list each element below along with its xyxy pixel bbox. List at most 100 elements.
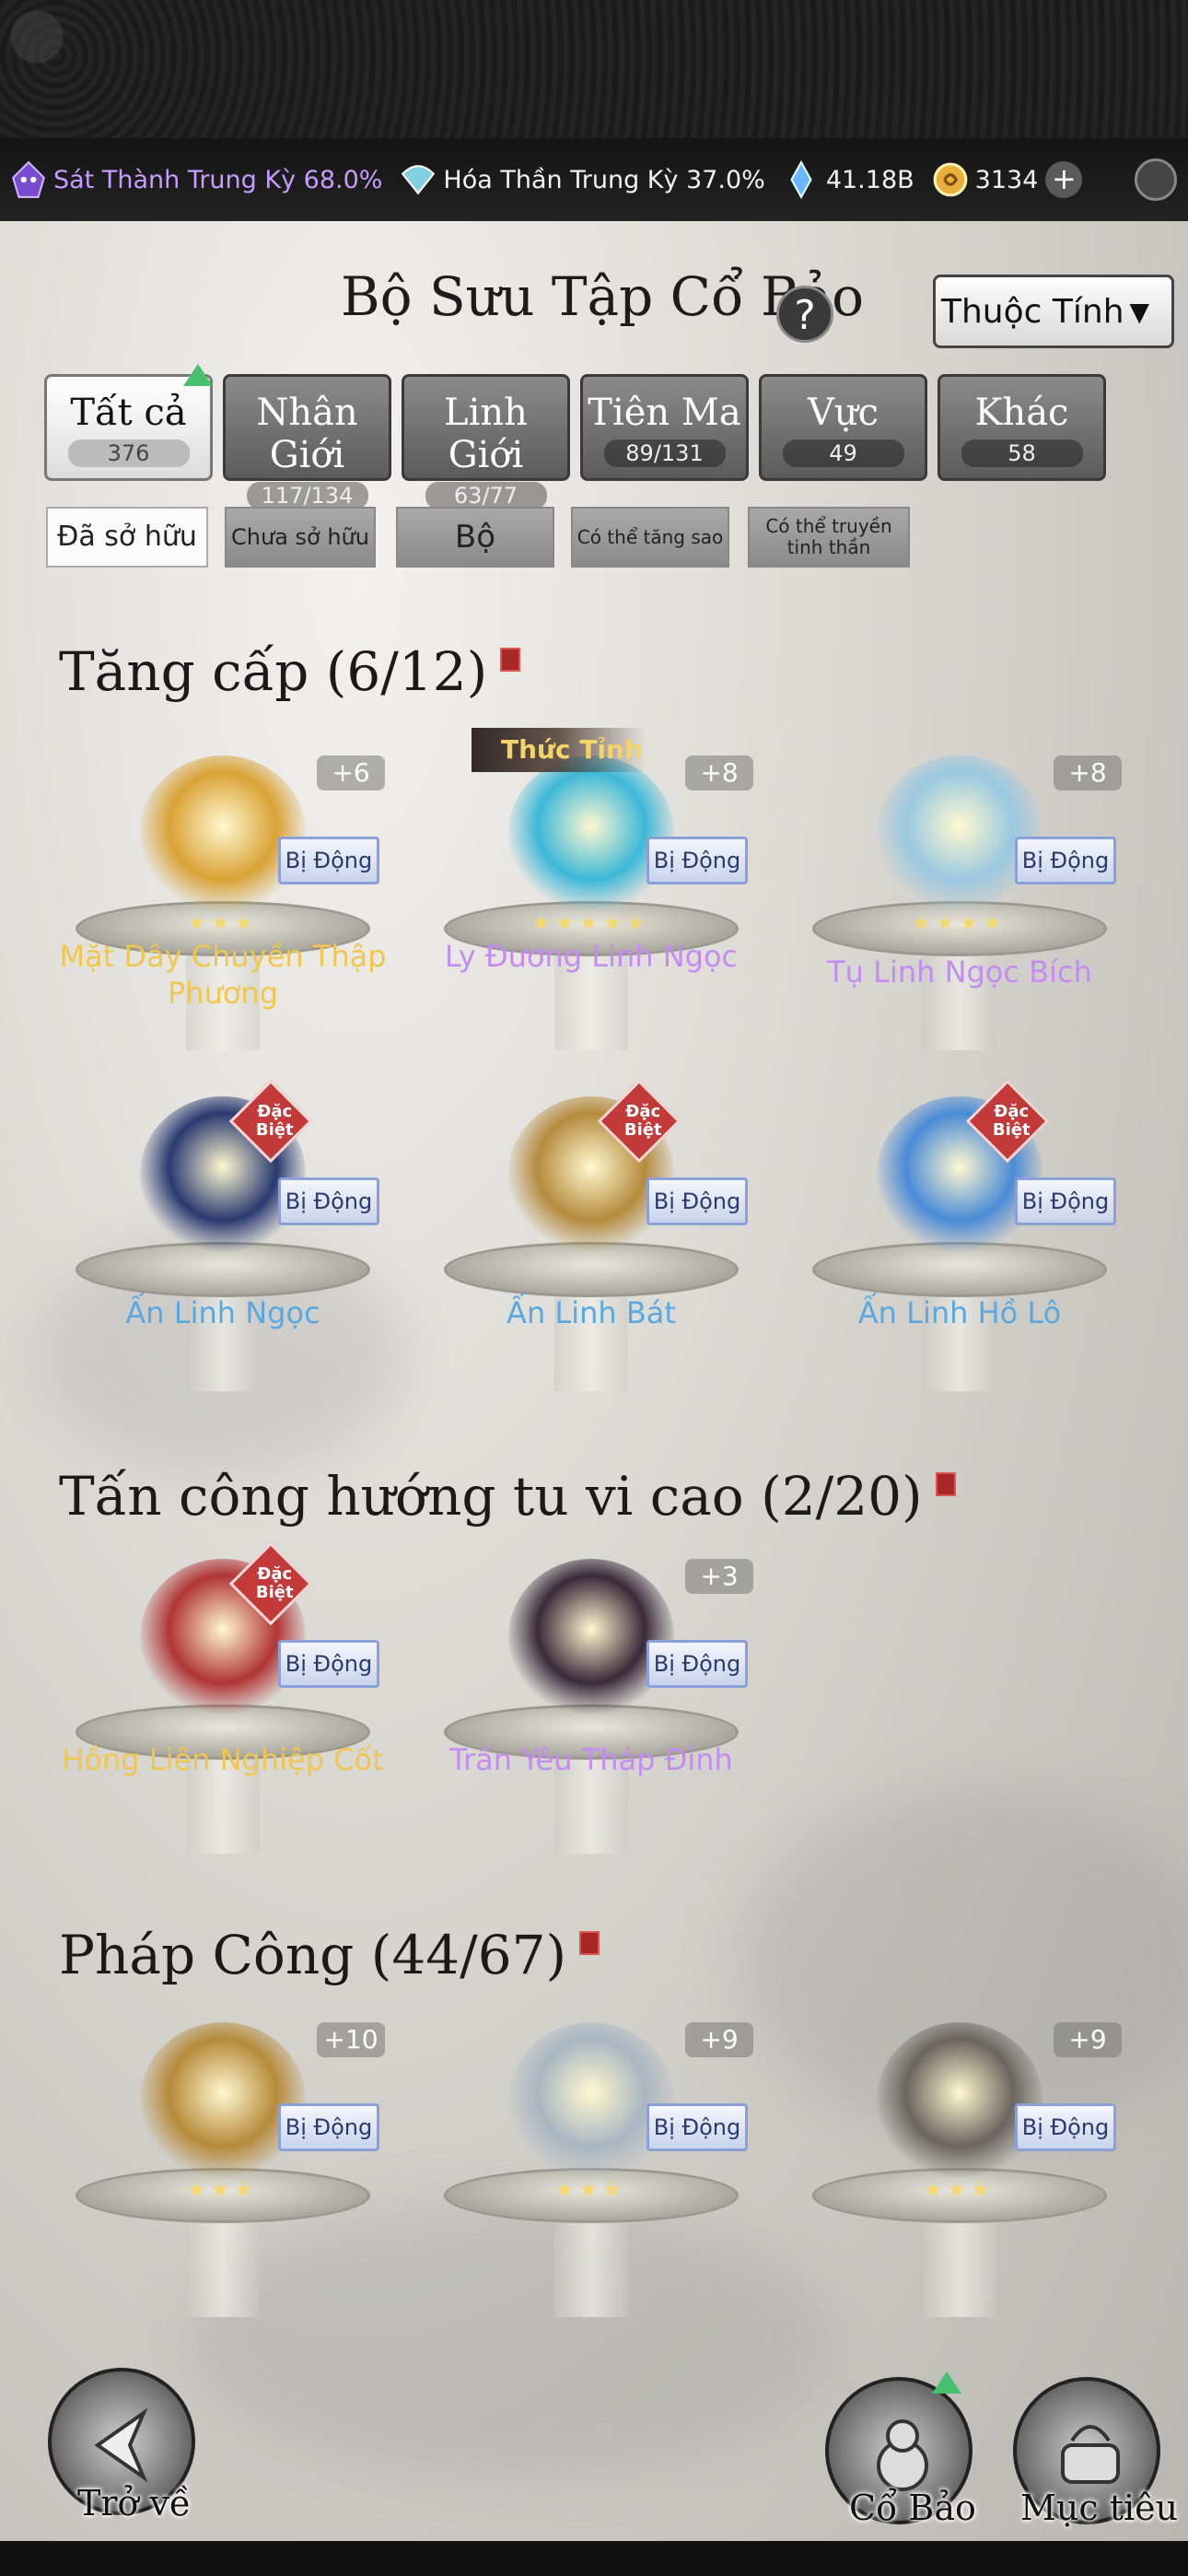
treasure-name: Ly Đương Linh Ngọc (444, 939, 739, 974)
realm-status-2-text: Hóa Thần Trung Kỳ 37.0% (443, 165, 765, 194)
passive-badge: Bị Động (646, 837, 748, 884)
level-badge: +10 (317, 2022, 385, 2057)
tab-immortal-demon[interactable]: Tiên Ma 89/131 (580, 374, 749, 481)
system-navbar (0, 2541, 1188, 2576)
treasure-item[interactable]: +3 Bị Động Trấn Yêu Tháp Đỉnh (416, 1550, 766, 1854)
header: Bộ Sưu Tập Cổ Bảo ? Thuộc Tính ▼ (0, 249, 1188, 348)
tab-count: 376 (67, 439, 190, 467)
realm-status-1-text: Sát Thành Trung Kỳ 68.0% (53, 165, 383, 194)
tab-label: Tất cả (70, 392, 187, 434)
level-badge: +8 (685, 755, 753, 790)
pillar (923, 2207, 996, 2317)
filter-not-owned[interactable]: Chưa sở hữu (225, 507, 376, 568)
level-badge: +8 (1054, 755, 1122, 790)
attribute-dropdown[interactable]: Thuộc Tính ▼ (933, 275, 1174, 348)
level-badge: +6 (317, 755, 385, 790)
section-title: Tấn công hướng tu vi cao (2/20) (59, 1465, 956, 1528)
bottom-bar: Trở về Cổ Bảo Mục tiêu (0, 2322, 1188, 2576)
passive-badge: Bị Động (646, 2103, 748, 2151)
realm-status-2[interactable]: Hóa Thần Trung Kỳ 37.0% (399, 160, 765, 199)
treasure-name: Ấn Linh Bát (507, 1295, 676, 1330)
treasure-item[interactable]: Đặc Biệt Bị Động Ấn Linh Hồ Lô (785, 1079, 1135, 1391)
treasure-jade-icon (508, 755, 674, 912)
section-title-text: Tấn công hướng tu vi cao (2/20) (59, 1465, 923, 1528)
treasure-item[interactable]: +6 Bị Động ★★★ Mặt Dây Chuyền Thập Phươn… (48, 746, 398, 1050)
pillar (554, 2207, 628, 2317)
tab-spirit-realm[interactable]: Linh Giới 63/77 (402, 374, 570, 509)
gem-currency[interactable]: 41.18B (782, 160, 914, 199)
tab-human-realm[interactable]: Nhân Giới 117/134 (223, 374, 391, 509)
level-badge: +9 (1054, 2022, 1122, 2057)
tab-other[interactable]: Khác 58 (938, 374, 1106, 481)
section-title-text: Tăng cấp (6/12) (59, 640, 488, 703)
awaken-badge: Thức Tỉnh (472, 728, 646, 772)
tab-label: Linh Giới (444, 392, 528, 476)
treasure-item[interactable]: +9 Bị Động ★★★ (416, 2013, 766, 2317)
treasure-name: Trấn Yêu Tháp Đỉnh (449, 1742, 733, 1777)
collection-panel: Bộ Sưu Tập Cổ Bảo ? Thuộc Tính ▼ Tất cả … (0, 221, 1188, 2576)
gourd-icon (877, 2419, 928, 2491)
level-badge: +3 (685, 1559, 753, 1594)
seal-icon (935, 1472, 956, 1496)
treasure-item[interactable]: Đặc Biệt Bị Động Hồng Liên Nghiệp Cốt (48, 1541, 398, 1854)
tab-label: Tiên Ma (588, 392, 741, 434)
treasure-orb-icon (877, 755, 1042, 912)
passive-badge: Bị Động (278, 837, 379, 884)
tab-count: 63/77 (425, 482, 547, 509)
star-rating: ★★★★ (912, 912, 1007, 935)
tab-count: 49 (782, 439, 904, 467)
tab-count: 117/134 (246, 482, 368, 509)
tab-domain[interactable]: Vực 49 (759, 374, 927, 481)
passive-badge: Bị Động (278, 1177, 379, 1225)
special-badge-text: Đặc Biệt (255, 1564, 294, 1602)
tab-label: Vực (807, 392, 879, 434)
cauldron-icon (1061, 2425, 1120, 2484)
star-rating: ★★★ (924, 2179, 996, 2202)
filter-owned[interactable]: Đã sở hữu (46, 507, 208, 568)
pillar (186, 2207, 260, 2317)
chevron-down-icon: ▼ (1129, 296, 1150, 327)
filter-can-transfer-spirit[interactable]: Có thể truyền tinh thần (748, 507, 910, 568)
gem-amount: 41.18B (825, 165, 914, 194)
treasure-item[interactable]: Đặc Biệt Bị Động Ấn Linh Ngọc (48, 1079, 398, 1391)
treasure-tower-icon (508, 1559, 674, 1715)
star-rating: ★★★★★ (531, 912, 651, 935)
help-button[interactable]: ? (776, 286, 833, 343)
star-rating: ★★★ (187, 2179, 259, 2202)
coin-currency[interactable]: 3134 + (931, 160, 1083, 199)
treasure-item[interactable]: +10 Bị Động ★★★ (48, 2013, 398, 2317)
treasure-mirror-icon (877, 2022, 1042, 2179)
clock-icon[interactable] (1135, 158, 1177, 201)
top-decoration (0, 0, 1188, 138)
coin-amount: 3134 (974, 165, 1039, 194)
section-title: Tăng cấp (6/12) (59, 640, 521, 703)
tab-all[interactable]: Tất cả 376 (44, 364, 213, 481)
status-bar: Sát Thành Trung Kỳ 68.0% Hóa Thần Trung … (0, 138, 1188, 221)
treasure-item[interactable]: Đặc Biệt Bị Động Ấn Linh Bát (416, 1079, 766, 1391)
star-rating: ★★★ (187, 912, 259, 935)
treasure-staff-icon (140, 2022, 306, 2179)
fan-icon (402, 165, 436, 195)
treasure-item[interactable]: +9 Bị Động ★★★ (785, 2013, 1135, 2317)
filter-can-upgrade-star[interactable]: Có thể tăng sao (571, 507, 729, 568)
special-badge-text: Đặc Biệt (992, 1102, 1031, 1140)
treasure-bell-icon (508, 2022, 674, 2179)
filter-bar: Đã sở hữu Chưa sở hữu Bộ Có thể tăng sao… (46, 507, 1151, 580)
upgrade-arrow-icon (183, 364, 213, 386)
tab-count: 89/131 (603, 439, 726, 467)
treasure-name: Tụ Linh Ngọc Bích (827, 954, 1092, 989)
treasure-name: Ấn Linh Hồ Lô (857, 1295, 1062, 1330)
add-coins-button[interactable]: + (1045, 161, 1083, 198)
category-tabs: Tất cả 376 Nhân Giới 117/134 Linh Giới 6… (44, 364, 1149, 509)
realm-status-1[interactable]: Sát Thành Trung Kỳ 68.0% (9, 160, 382, 199)
filter-set[interactable]: Bộ (396, 507, 554, 568)
treasure-name: Mặt Dây Chuyền Thập Phương (59, 939, 387, 1011)
seal-icon (579, 1931, 600, 1955)
treasure-item[interactable]: +8 Bị Động ★★★★ Tụ Linh Ngọc Bích (785, 746, 1135, 1050)
treasure-item[interactable]: Thức Tỉnh +8 Bị Động ★★★★★ Ly Đương Linh… (416, 728, 766, 1050)
treasure-pendant-icon (140, 755, 306, 912)
treasure-name: Hồng Liên Nghiệp Cốt (62, 1742, 384, 1777)
section-title-text: Pháp Công (44/67) (59, 1924, 567, 1986)
special-badge-text: Đặc Biệt (623, 1102, 662, 1140)
treasure-name: Ấn Linh Ngọc (125, 1295, 320, 1330)
